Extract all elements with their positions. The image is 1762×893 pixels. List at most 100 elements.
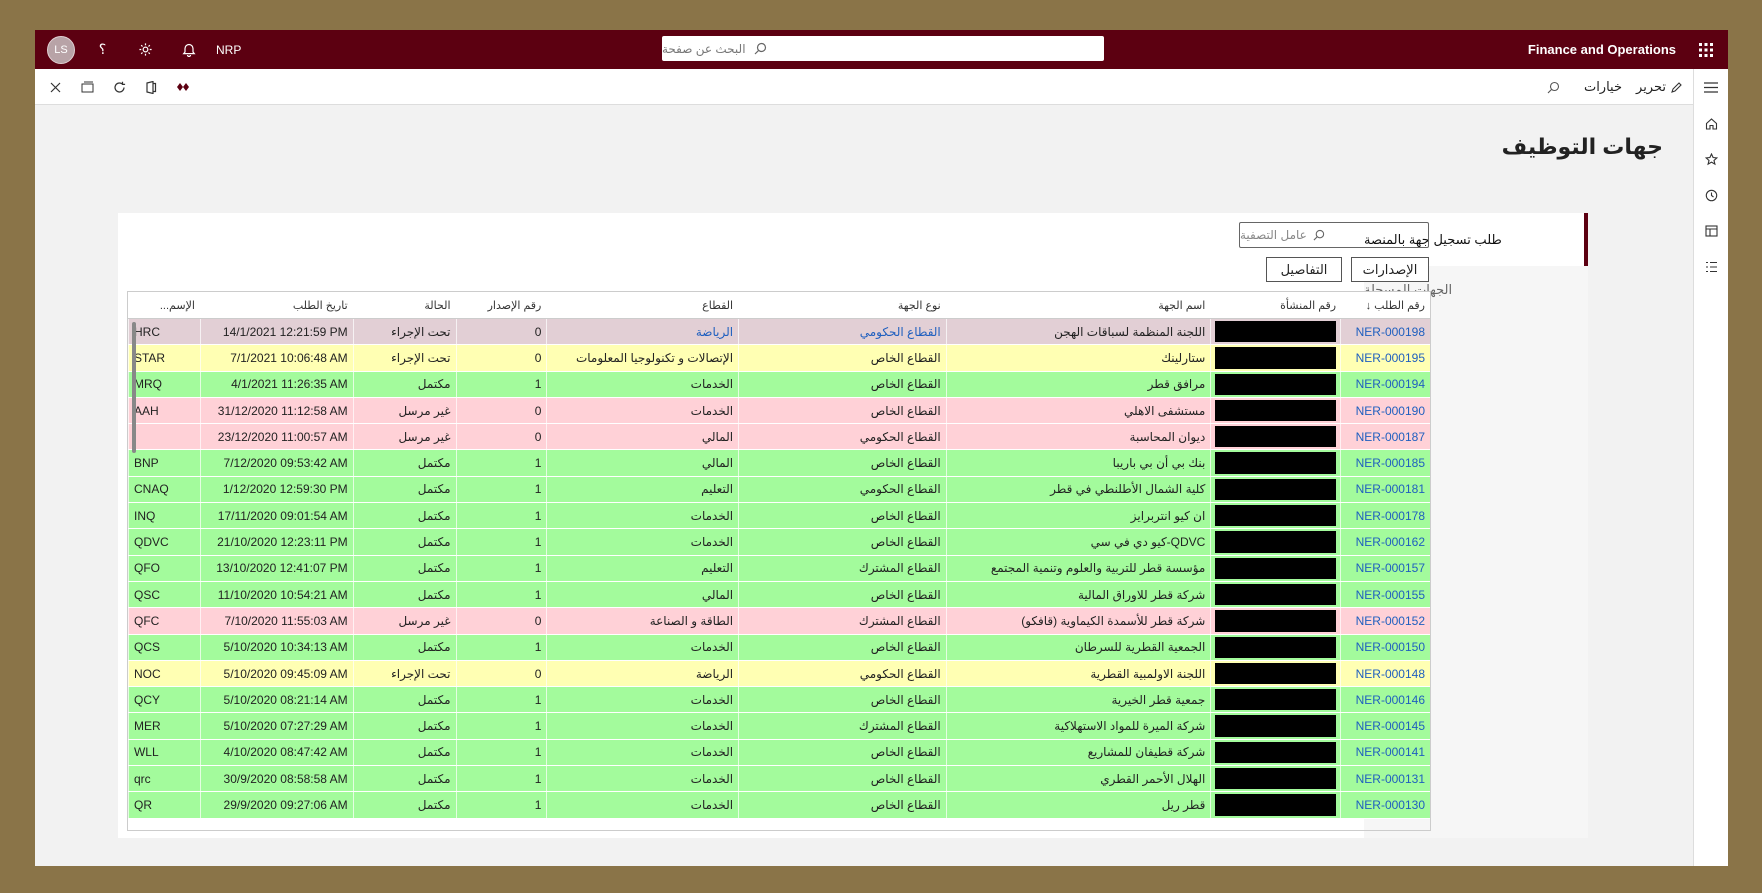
table-row[interactable]: NER-000178 ان كيو انتربرايز القطاع الخاص ال… xyxy=(128,503,1430,530)
request-number-link[interactable]: NER-000152 xyxy=(1340,608,1430,634)
table-row[interactable]: NER-000145 شركة الميرة للمواد الاستهلاكية… xyxy=(128,713,1430,740)
details-button[interactable]: التفاصيل xyxy=(1266,257,1342,282)
home-icon[interactable] xyxy=(1694,105,1729,141)
releases-button[interactable]: الإصدارات xyxy=(1351,257,1429,282)
request-number-link[interactable]: NER-000157 xyxy=(1340,555,1430,581)
request-number-link[interactable]: NER-000187 xyxy=(1340,424,1430,450)
table-row[interactable]: NER-000141 شركة قطيفان للمشاريع القطاع الخ… xyxy=(128,739,1430,767)
table-row[interactable]: NER-000150 الجمعية القطرية للسرطان القطاع … xyxy=(128,634,1430,661)
table-row[interactable]: NER-000148 اللجنة الاولمبية القطرية القطاع… xyxy=(128,660,1430,688)
request-number-link[interactable]: NER-000130 xyxy=(1340,792,1430,818)
edit-label: تحرير xyxy=(1636,79,1666,94)
request-number-link[interactable]: NER-000194 xyxy=(1340,371,1430,397)
office-icon[interactable] xyxy=(135,69,167,105)
request-number-link[interactable]: NER-000145 xyxy=(1340,713,1430,739)
request-number-link[interactable]: NER-000150 xyxy=(1340,634,1430,660)
gear-icon[interactable] xyxy=(124,30,167,69)
column-header-establishment-number[interactable]: رقم المنشأة xyxy=(1210,292,1340,318)
redacted-block xyxy=(1215,610,1337,632)
table-row[interactable]: NER-000198 اللجنة المنظمة لسباقات الهجن ال… xyxy=(128,319,1430,346)
table-row[interactable]: NER-000146 جمعية قطر الخيرية القطاع الخاص ا… xyxy=(128,687,1430,714)
page-search-input[interactable]: البحث عن صفحة xyxy=(662,36,1104,61)
refresh-icon[interactable] xyxy=(103,69,135,105)
entity-name-cell: اللجنة المنظمة لسباقات الهجن xyxy=(945,319,1211,345)
star-icon[interactable] xyxy=(1694,141,1729,177)
table-row[interactable]: NER-000130 قطر ريل القطاع الخاص الخدمات 1 مكت… xyxy=(128,792,1430,819)
establishment-number-cell xyxy=(1210,397,1340,424)
bell-icon[interactable] xyxy=(167,30,210,69)
request-number-link[interactable]: NER-000141 xyxy=(1340,739,1430,766)
grid-scrollbar[interactable] xyxy=(132,322,136,453)
request-number-link[interactable]: NER-000181 xyxy=(1340,476,1430,503)
request-number-link[interactable]: NER-000148 xyxy=(1340,660,1430,687)
table-row[interactable]: NER-000157 مؤسسة قطر للتربية والعلوم وتنم… xyxy=(128,555,1430,582)
close-icon[interactable] xyxy=(39,69,71,105)
power-apps-icon[interactable] xyxy=(167,69,199,105)
table-row[interactable]: NER-000155 شركة قطر للاوراق المالية القطاع… xyxy=(128,581,1430,609)
establishment-number-cell xyxy=(1210,634,1340,660)
table-row[interactable]: NER-000187 ديوان المحاسبة القطاع الحكومي ال… xyxy=(128,424,1430,451)
redacted-block xyxy=(1215,347,1337,369)
request-number-link[interactable]: NER-000162 xyxy=(1340,529,1430,555)
column-header-short-name[interactable]: الإسم... xyxy=(128,292,200,318)
column-header-release-number[interactable]: رقم الإصدار xyxy=(456,292,547,318)
company-picker[interactable]: NRP xyxy=(216,43,241,57)
action-search-icon[interactable] xyxy=(1547,81,1560,94)
request-number-link[interactable]: NER-000131 xyxy=(1340,766,1430,792)
table-row[interactable]: NER-000185 بنك بي أن بي باريبا القطاع الخا… xyxy=(128,450,1430,477)
status-cell: مكتمل xyxy=(352,739,456,766)
search-placeholder: البحث عن صفحة xyxy=(662,41,746,56)
user-menu[interactable]: LS xyxy=(41,30,81,69)
short-name-cell: QCS xyxy=(128,634,200,660)
entity-type-cell: القطاع الخاص xyxy=(738,503,946,529)
hamburger-menu-icon[interactable] xyxy=(1694,69,1729,105)
column-header-status[interactable]: الحالة xyxy=(353,292,456,318)
redacted-block xyxy=(1215,689,1337,711)
request-number-link[interactable]: NER-000155 xyxy=(1340,581,1430,608)
page-title: جهات التوظيف xyxy=(1501,134,1663,159)
establishment-number-cell xyxy=(1210,766,1340,792)
app-launcher-icon[interactable] xyxy=(1684,30,1728,69)
modules-list-icon[interactable] xyxy=(1694,249,1729,285)
filter-input[interactable]: عامل التصفية xyxy=(1239,222,1429,248)
request-number-link[interactable]: NER-000195 xyxy=(1340,345,1430,371)
open-new-window-icon[interactable] xyxy=(71,69,103,105)
status-cell: مكتمل xyxy=(352,634,456,660)
request-number-link[interactable]: NER-000190 xyxy=(1340,397,1430,424)
column-header-entity-name[interactable]: اسم الجهة xyxy=(946,292,1211,318)
table-row[interactable]: NER-000190 مستشفى الاهلي القطاع الخاص الخدم… xyxy=(128,397,1430,425)
column-header-entity-type[interactable]: نوع الجهة xyxy=(738,292,946,318)
request-number-link[interactable]: NER-000146 xyxy=(1340,687,1430,713)
avatar[interactable]: LS xyxy=(47,35,75,64)
column-header-request-date[interactable]: تاريخ الطلب xyxy=(200,292,353,318)
request-number-link[interactable]: NER-000178 xyxy=(1340,503,1430,529)
table-row[interactable]: NER-000194 مرافق قطر القطاع الخاص الخدمات 1 م… xyxy=(128,371,1430,398)
table-row[interactable]: NER-000152 شركة قطر للأسمدة الكيماوية (قا… xyxy=(128,608,1430,635)
column-header-sector[interactable]: القطاع xyxy=(546,292,738,318)
redacted-block xyxy=(1215,531,1337,553)
table-row[interactable]: NER-000181 كلية الشمال الأطلنطي في قطر الق… xyxy=(128,476,1430,504)
app-title[interactable]: Finance and Operations xyxy=(1528,42,1676,57)
sector-cell: الخدمات xyxy=(546,503,738,529)
options-button[interactable]: خيارات xyxy=(1584,79,1622,95)
short-name-cell: QFO xyxy=(128,555,200,581)
column-header-request-number[interactable]: رقم الطلب ↓ xyxy=(1340,292,1430,318)
establishment-number-cell xyxy=(1210,319,1340,345)
request-number-link[interactable]: NER-000198 xyxy=(1340,319,1430,345)
redacted-block xyxy=(1215,794,1337,816)
short-name-cell: HRC xyxy=(128,319,200,345)
options-label: خيارات xyxy=(1583,79,1623,94)
sector-cell: الخدمات xyxy=(546,397,738,424)
redacted-block xyxy=(1215,662,1337,685)
edit-button[interactable]: تحرير xyxy=(1636,79,1683,95)
table-row[interactable]: NER-000131 الهلال الأحمر القطري القطاع الخ… xyxy=(128,766,1430,793)
workspaces-icon[interactable] xyxy=(1694,213,1729,249)
table-row[interactable]: NER-000195 ستارلينك القطاع الخاص الإتصالات … xyxy=(128,345,1430,372)
sector-cell: الإتصالات و تكنولوجيا المعلومات xyxy=(546,345,738,371)
release-number-cell: 1 xyxy=(455,739,547,766)
table-row[interactable]: NER-000162 QDVC-كيو دي في سي القطاع الخاص ا… xyxy=(128,529,1430,556)
clock-icon[interactable] xyxy=(1694,177,1729,213)
sector-cell: الخدمات xyxy=(546,739,738,766)
request-number-link[interactable]: NER-000185 xyxy=(1340,450,1430,476)
help-icon[interactable]: ؟ xyxy=(81,30,124,69)
